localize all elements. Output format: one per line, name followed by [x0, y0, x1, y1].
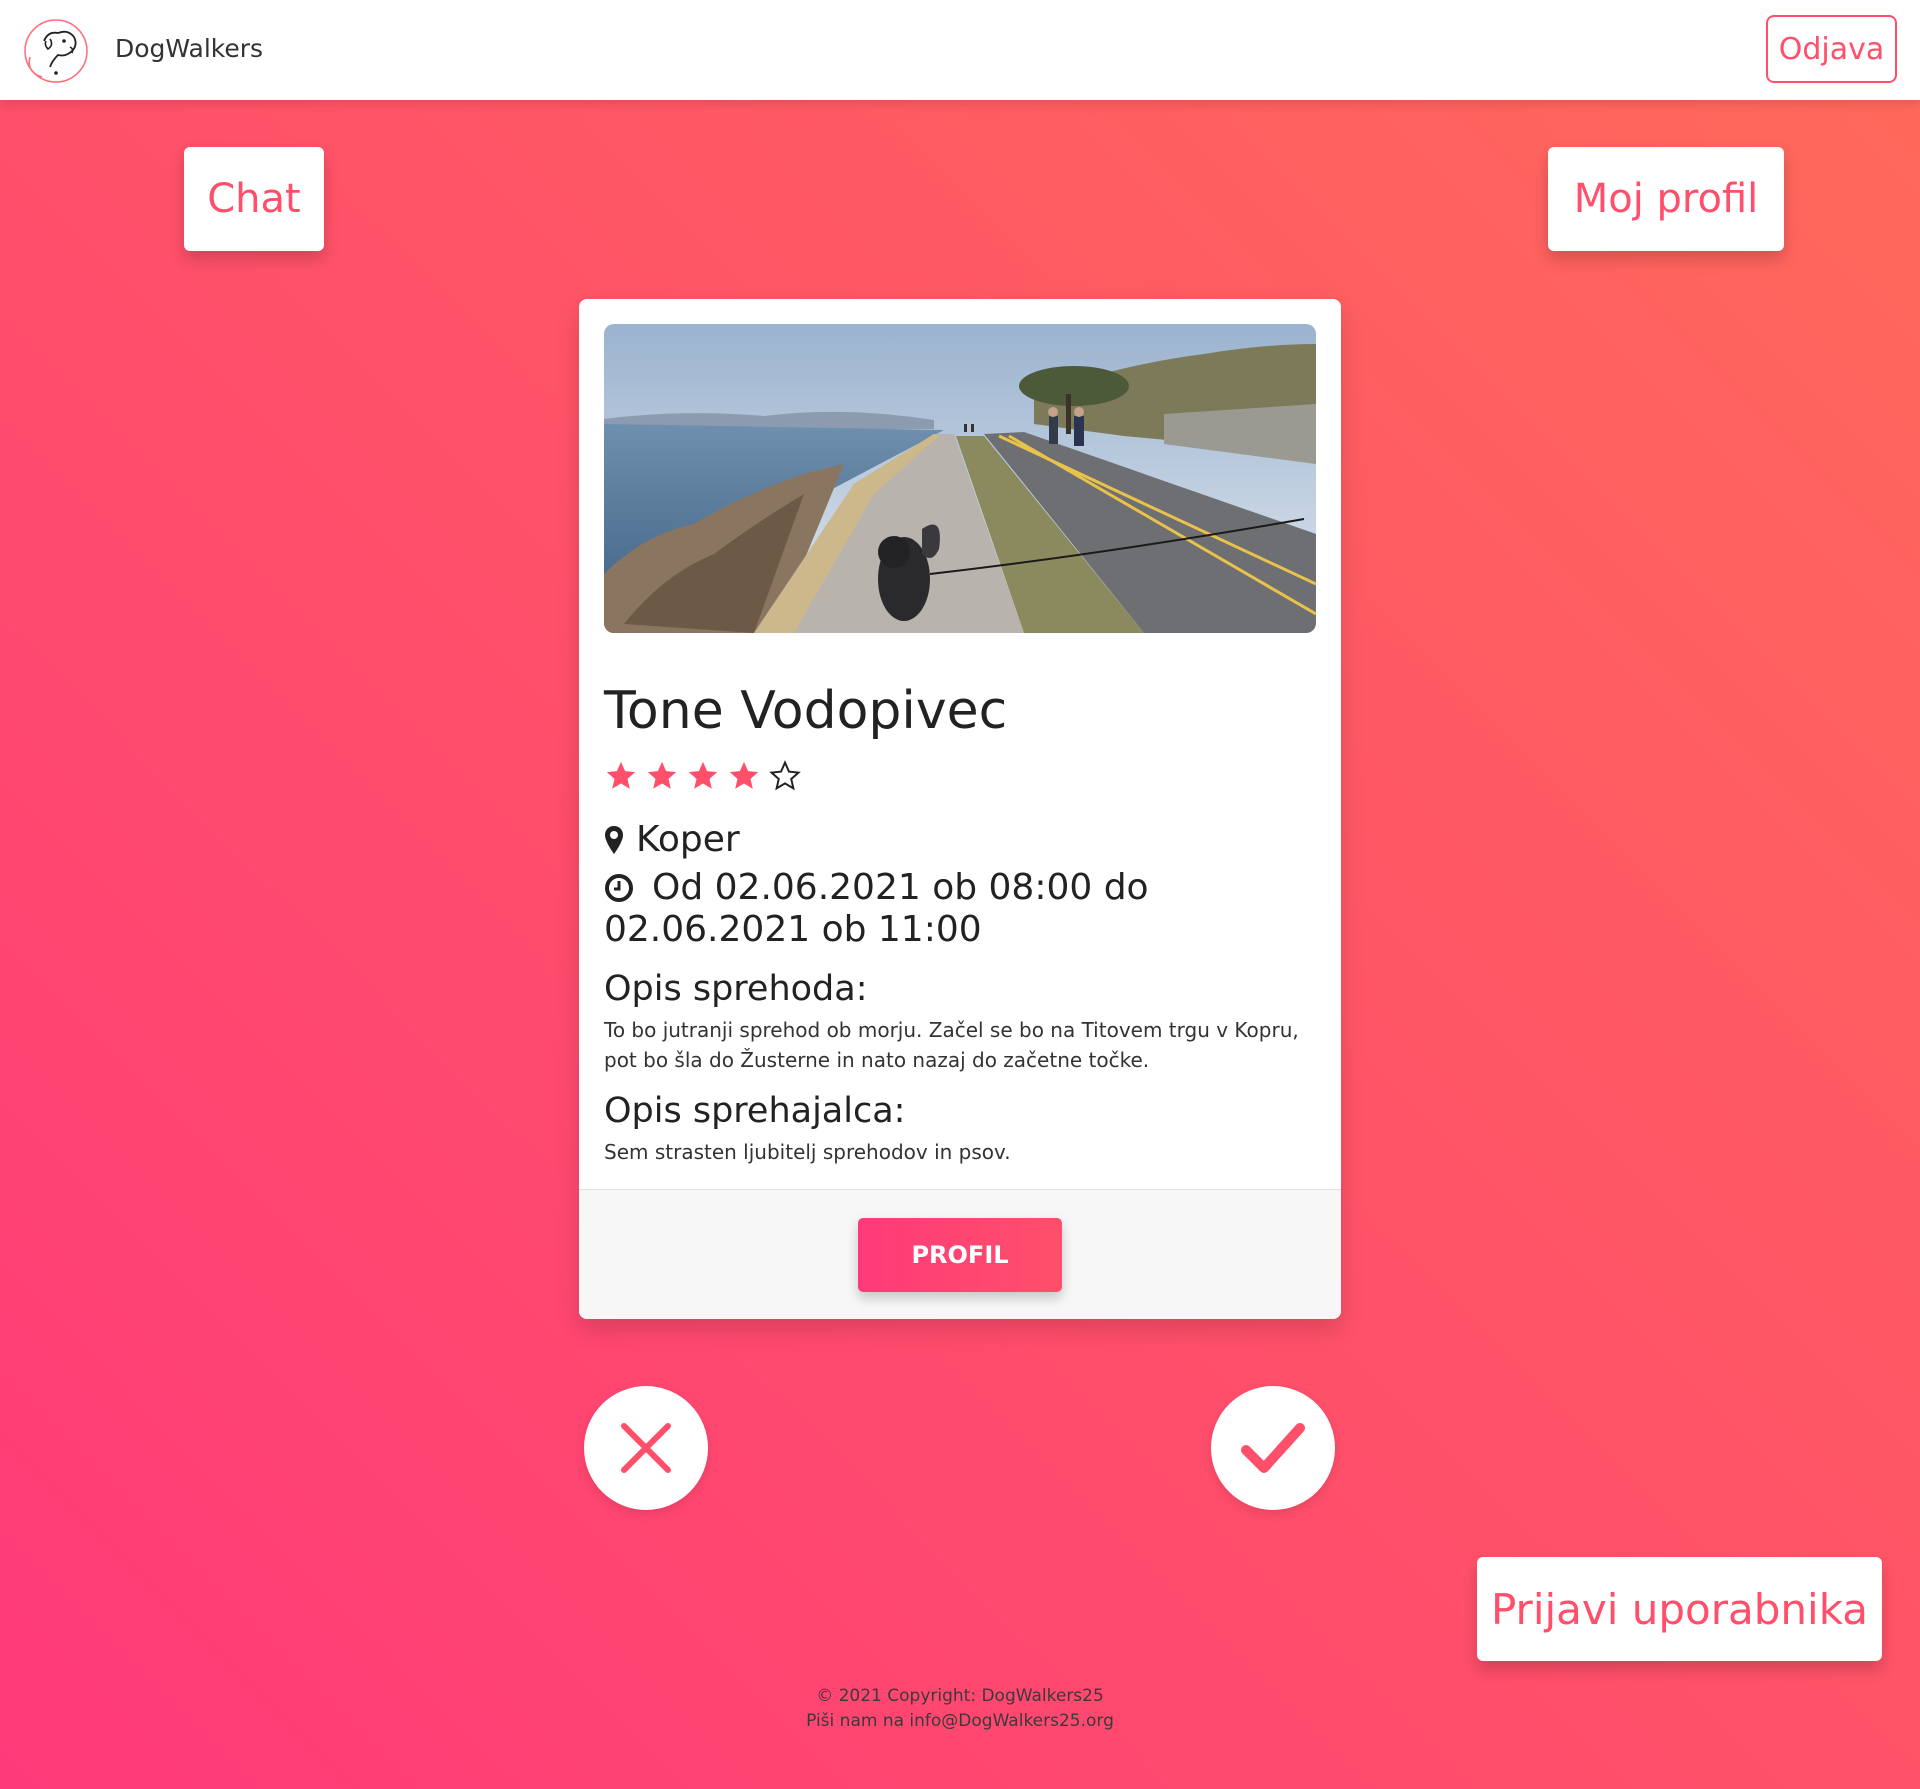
profile-button[interactable]: PROFIL — [858, 1218, 1062, 1292]
navbar: DogWalkers Odjava — [0, 0, 1920, 100]
card-footer: PROFIL — [579, 1189, 1341, 1319]
star-filled-icon — [647, 761, 677, 789]
star-filled-icon — [606, 761, 636, 789]
walker-name: Tone Vodopivec — [604, 681, 1008, 741]
contact-text: Piši nam na info@DogWalkers25.org — [806, 1711, 1114, 1731]
star-filled-icon — [688, 761, 718, 789]
walk-description-heading: Opis sprehoda: — [604, 969, 868, 1009]
my-profile-button[interactable]: Moj profil — [1548, 147, 1784, 251]
star-filled-icon — [729, 761, 759, 789]
report-user-button[interactable]: Prijavi uporabnika — [1477, 1557, 1882, 1661]
walk-photo — [604, 324, 1316, 633]
walk-card: Tone Vodopivec Koper Od 02.06.2021 ob 08… — [579, 299, 1341, 1319]
clock-icon — [605, 874, 633, 902]
page-footer: © 2021 Copyright: DogWalkers25 Piši nam … — [0, 1684, 1920, 1734]
dog-logo-icon[interactable] — [22, 17, 90, 85]
star-empty-icon — [769, 760, 801, 791]
copyright-text: © 2021 Copyright: DogWalkers25 — [816, 1686, 1104, 1706]
walk-description-text: To bo jutranji sprehod ob morju. Začel s… — [604, 1018, 1299, 1072]
reject-button[interactable] — [584, 1386, 708, 1510]
location-text: Koper — [636, 819, 740, 860]
time-text: Od 02.06.2021 ob 08:00 do 02.06.2021 ob … — [604, 867, 1149, 950]
time-row: Od 02.06.2021 ob 08:00 do 02.06.2021 ob … — [604, 867, 1316, 951]
map-pin-icon — [605, 825, 623, 854]
chat-button[interactable]: Chat — [184, 147, 324, 251]
check-icon — [1241, 1423, 1305, 1473]
rating-stars — [604, 759, 802, 793]
brand-name[interactable]: DogWalkers — [115, 34, 263, 63]
walker-description-text: Sem strasten ljubitelj sprehodov in psov… — [604, 1140, 1011, 1164]
location-row: Koper — [604, 819, 740, 860]
close-icon — [621, 1423, 671, 1473]
walker-description-heading: Opis sprehajalca: — [604, 1091, 906, 1131]
accept-button[interactable] — [1211, 1386, 1335, 1510]
logout-button[interactable]: Odjava — [1766, 15, 1897, 83]
